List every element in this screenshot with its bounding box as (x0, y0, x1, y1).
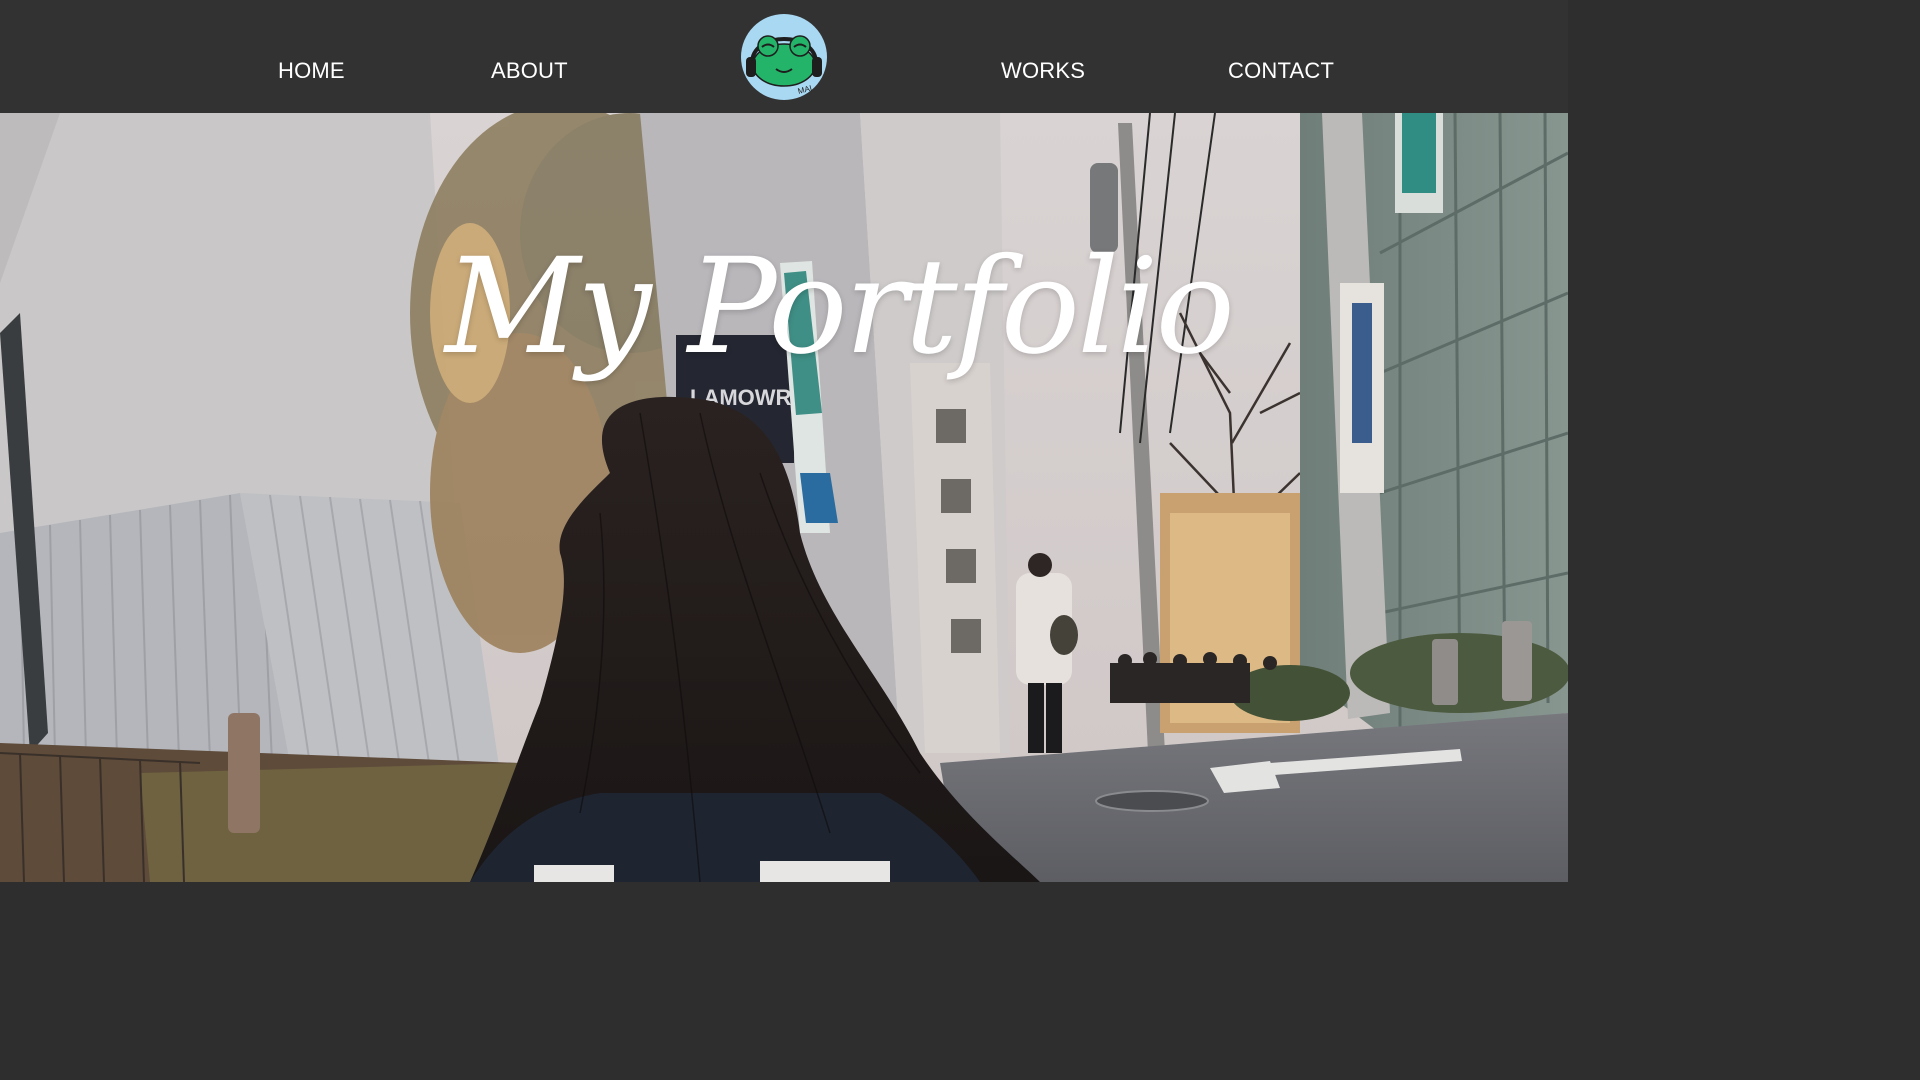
nav-about-link[interactable]: ABOUT (491, 58, 568, 84)
nav-contact-link[interactable]: CONTACT (1228, 58, 1334, 84)
street-photo-background: LAMOWR (0, 113, 1568, 882)
site-header: HOME ABOUT MAI WORKS CONTACT (0, 0, 1568, 113)
frog-headphones-logo: MAI (741, 14, 827, 100)
nav-works-link[interactable]: WORKS (1001, 58, 1085, 84)
nav-home-link[interactable]: HOME (278, 58, 345, 84)
frog-logo-icon[interactable]: MAI (740, 13, 828, 101)
hero-section: LAMOWR My Portfolio (0, 113, 1568, 882)
hero-title: My Portfolio (445, 230, 1235, 384)
